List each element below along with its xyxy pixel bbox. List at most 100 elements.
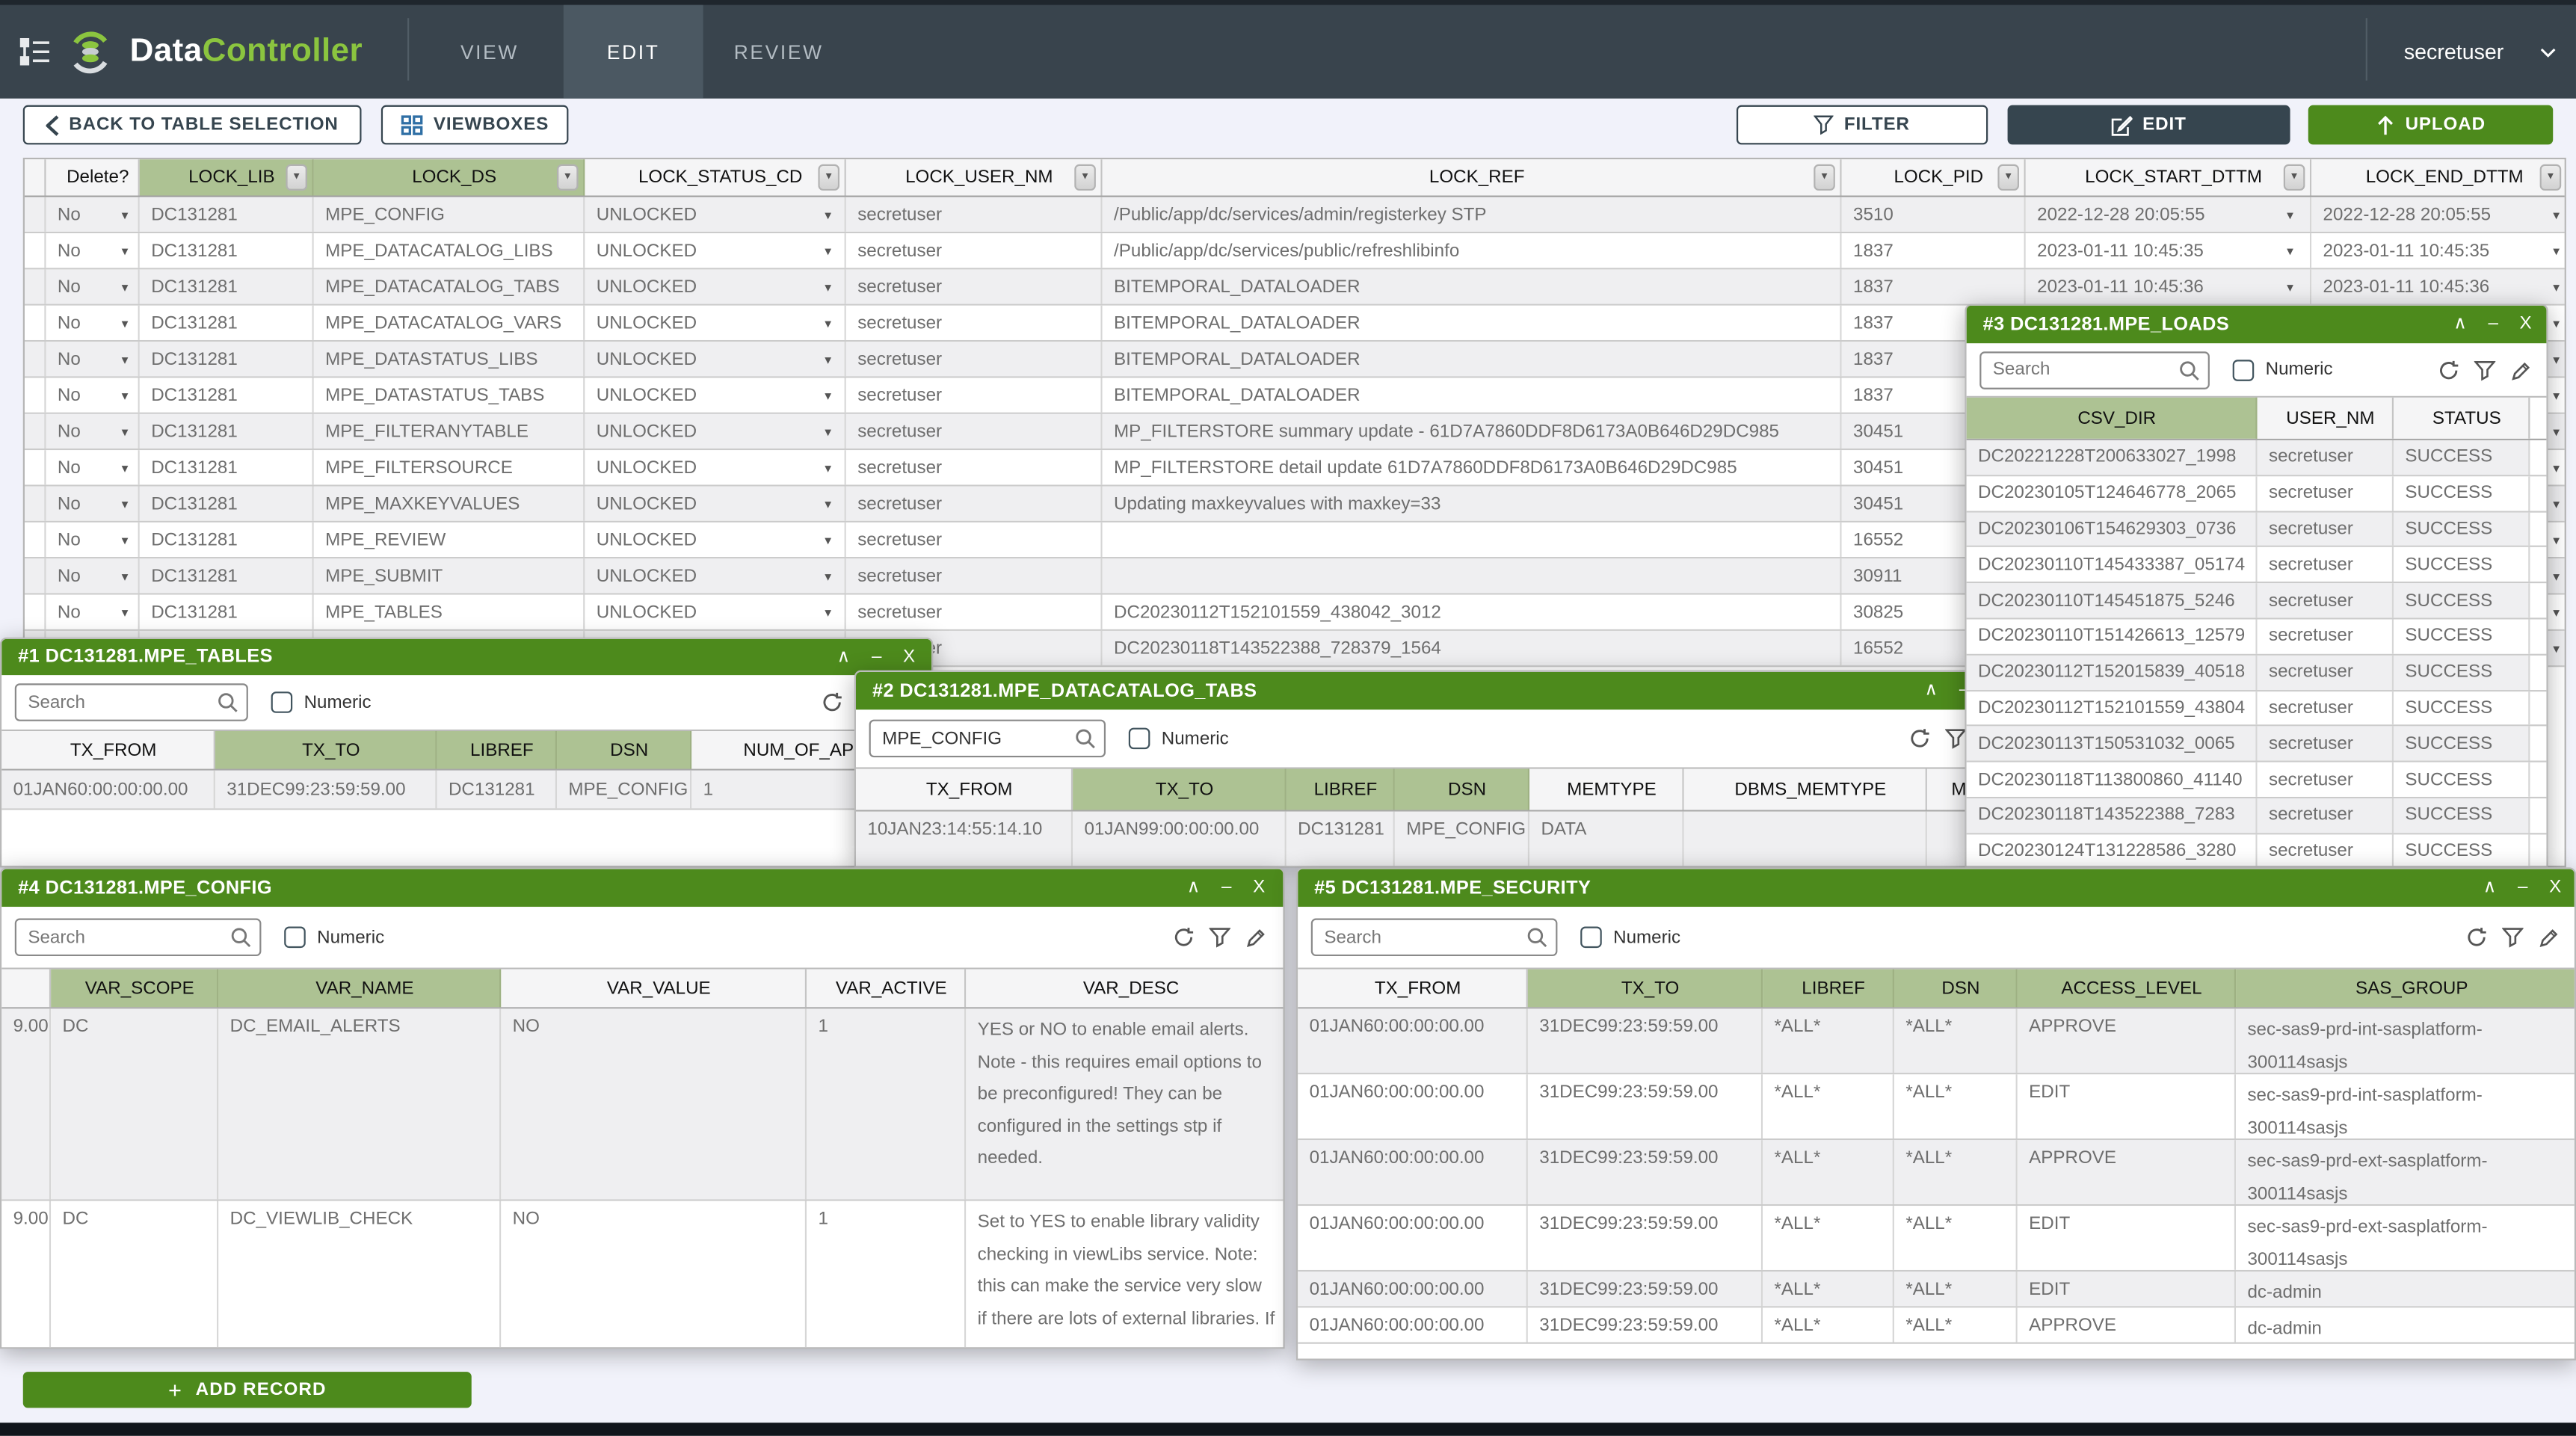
edit-button[interactable]: EDIT bbox=[2008, 105, 2290, 145]
dropdown-arrow-icon[interactable]: ▾ bbox=[2287, 243, 2293, 258]
dropdown-arrow-icon[interactable]: ▾ bbox=[2553, 424, 2560, 439]
dropdown-arrow-icon[interactable]: ▾ bbox=[2553, 641, 2560, 656]
filter-button[interactable]: FILTER bbox=[1737, 105, 1988, 145]
dropdown-arrow-icon[interactable]: ▾ bbox=[2553, 351, 2560, 366]
dropdown-arrow-icon[interactable]: ▾ bbox=[825, 532, 831, 547]
column-filter-button[interactable]: ▼ bbox=[1814, 164, 1835, 191]
dropdown-arrow-icon[interactable]: ▾ bbox=[122, 532, 129, 547]
edit-pencil-icon[interactable] bbox=[1245, 927, 1267, 949]
dropdown-arrow-icon[interactable]: ▾ bbox=[2553, 460, 2560, 475]
dropdown-arrow-icon[interactable]: ▾ bbox=[122, 207, 129, 222]
dropdown-arrow-icon[interactable]: ▾ bbox=[825, 280, 831, 295]
column-filter-button[interactable]: ▼ bbox=[2540, 164, 2562, 191]
numeric-checkbox[interactable] bbox=[2233, 359, 2255, 380]
column-filter-button[interactable]: ▼ bbox=[286, 164, 307, 191]
numeric-toggle[interactable]: Numeric bbox=[1580, 927, 1680, 949]
dropdown-arrow-icon[interactable]: ▾ bbox=[122, 315, 129, 330]
close-icon[interactable]: X bbox=[2520, 315, 2532, 333]
tree-menu-icon[interactable] bbox=[19, 36, 51, 67]
dropdown-arrow-icon[interactable]: ▾ bbox=[2287, 207, 2293, 222]
dropdown-arrow-icon[interactable]: ▾ bbox=[825, 424, 831, 439]
viewbox-titlebar[interactable]: #1 DC131281.MPE_TABLES∧–X bbox=[1, 639, 931, 675]
dropdown-arrow-icon[interactable]: ▾ bbox=[825, 460, 831, 475]
filter-icon[interactable] bbox=[2502, 927, 2524, 949]
numeric-toggle[interactable]: Numeric bbox=[2233, 359, 2333, 380]
dropdown-arrow-icon[interactable]: ▾ bbox=[2553, 496, 2560, 511]
dropdown-arrow-icon[interactable]: ▾ bbox=[122, 460, 129, 475]
viewbox-titlebar[interactable]: #4 DC131281.MPE_CONFIG∧–X bbox=[1, 869, 1283, 907]
user-menu[interactable]: secretuser bbox=[2404, 5, 2557, 99]
dropdown-arrow-icon[interactable]: ▾ bbox=[2553, 568, 2560, 583]
filter-icon[interactable] bbox=[2474, 359, 2496, 380]
column-filter-button[interactable]: ▼ bbox=[2284, 164, 2305, 191]
search-input[interactable] bbox=[15, 683, 248, 721]
dropdown-arrow-icon[interactable]: ▾ bbox=[825, 496, 831, 511]
close-icon[interactable]: X bbox=[903, 648, 915, 666]
back-to-table-selection-button[interactable]: BACK TO TABLE SELECTION bbox=[23, 105, 362, 145]
viewbox-titlebar[interactable]: #5 DC131281.MPE_SECURITY∧–X bbox=[1298, 869, 2575, 907]
edit-pencil-icon[interactable] bbox=[2538, 927, 2560, 949]
minimize-icon[interactable]: – bbox=[1221, 879, 1231, 897]
close-icon[interactable]: X bbox=[1253, 879, 1265, 897]
upload-button[interactable]: UPLOAD bbox=[2308, 105, 2553, 145]
dropdown-arrow-icon[interactable]: ▾ bbox=[2553, 388, 2560, 403]
numeric-checkbox[interactable] bbox=[1580, 927, 1602, 949]
dropdown-arrow-icon[interactable]: ▾ bbox=[122, 351, 129, 366]
column-filter-button[interactable]: ▼ bbox=[557, 164, 579, 191]
dropdown-arrow-icon[interactable]: ▾ bbox=[2287, 280, 2293, 295]
viewboxes-button[interactable]: VIEWBOXES bbox=[381, 105, 569, 145]
dropdown-arrow-icon[interactable]: ▾ bbox=[825, 388, 831, 403]
tab-view[interactable]: VIEW bbox=[419, 5, 560, 99]
dropdown-arrow-icon[interactable]: ▾ bbox=[122, 388, 129, 403]
dropdown-arrow-icon[interactable]: ▾ bbox=[2553, 605, 2560, 620]
tab-review[interactable]: REVIEW bbox=[703, 5, 854, 99]
dropdown-arrow-icon[interactable]: ▾ bbox=[122, 605, 129, 620]
column-filter-button[interactable]: ▼ bbox=[818, 164, 839, 191]
brand[interactable]: DataController bbox=[19, 5, 363, 99]
dropdown-arrow-icon[interactable]: ▾ bbox=[122, 568, 129, 583]
dropdown-arrow-icon[interactable]: ▾ bbox=[122, 424, 129, 439]
dropdown-arrow-icon[interactable]: ▾ bbox=[2553, 207, 2560, 222]
add-record-button[interactable]: + ADD RECORD bbox=[23, 1372, 472, 1408]
minimize-icon[interactable]: – bbox=[2518, 879, 2527, 897]
dropdown-arrow-icon[interactable]: ▾ bbox=[2553, 243, 2560, 258]
close-icon[interactable]: X bbox=[2549, 879, 2561, 897]
numeric-checkbox[interactable] bbox=[271, 691, 293, 713]
viewbox-titlebar[interactable]: #3 DC131281.MPE_LOADS∧–X bbox=[1967, 306, 2547, 344]
collapse-icon[interactable]: ∧ bbox=[1187, 879, 1201, 897]
dropdown-arrow-icon[interactable]: ▾ bbox=[122, 496, 129, 511]
numeric-checkbox[interactable] bbox=[284, 927, 306, 949]
column-filter-button[interactable]: ▼ bbox=[1997, 164, 2019, 191]
collapse-icon[interactable]: ∧ bbox=[1925, 682, 1938, 700]
refresh-icon[interactable] bbox=[822, 691, 843, 713]
numeric-toggle[interactable]: Numeric bbox=[271, 691, 372, 713]
refresh-icon[interactable] bbox=[2466, 927, 2488, 949]
minimize-icon[interactable]: – bbox=[872, 648, 881, 666]
collapse-icon[interactable]: ∧ bbox=[837, 648, 851, 666]
dropdown-arrow-icon[interactable]: ▾ bbox=[825, 315, 831, 330]
filter-icon[interactable] bbox=[1945, 728, 1967, 750]
dropdown-arrow-icon[interactable]: ▾ bbox=[825, 243, 831, 258]
tab-edit[interactable]: EDIT bbox=[564, 5, 703, 99]
collapse-icon[interactable]: ∧ bbox=[2483, 879, 2497, 897]
dropdown-arrow-icon[interactable]: ▾ bbox=[2553, 280, 2560, 295]
edit-pencil-icon[interactable] bbox=[2510, 359, 2532, 380]
dropdown-arrow-icon[interactable]: ▾ bbox=[122, 243, 129, 258]
dropdown-arrow-icon[interactable]: ▾ bbox=[122, 280, 129, 295]
collapse-icon[interactable]: ∧ bbox=[2453, 315, 2467, 333]
refresh-icon[interactable] bbox=[2438, 359, 2459, 380]
search-input[interactable] bbox=[1979, 351, 2210, 389]
viewbox-titlebar[interactable]: #2 DC131281.MPE_DATACATALOG_TABS∧–X bbox=[856, 672, 2019, 710]
column-filter-button[interactable]: ▼ bbox=[1074, 164, 1096, 191]
search-input[interactable] bbox=[869, 720, 1106, 758]
search-input[interactable] bbox=[15, 919, 262, 957]
refresh-icon[interactable] bbox=[1173, 927, 1195, 949]
dropdown-arrow-icon[interactable]: ▾ bbox=[825, 568, 831, 583]
refresh-icon[interactable] bbox=[1909, 728, 1931, 750]
dropdown-arrow-icon[interactable]: ▾ bbox=[2553, 532, 2560, 547]
dropdown-arrow-icon[interactable]: ▾ bbox=[825, 351, 831, 366]
numeric-checkbox[interactable] bbox=[1129, 728, 1150, 750]
minimize-icon[interactable]: – bbox=[2488, 315, 2498, 333]
numeric-toggle[interactable]: Numeric bbox=[1129, 728, 1229, 750]
dropdown-arrow-icon[interactable]: ▾ bbox=[2553, 315, 2560, 330]
